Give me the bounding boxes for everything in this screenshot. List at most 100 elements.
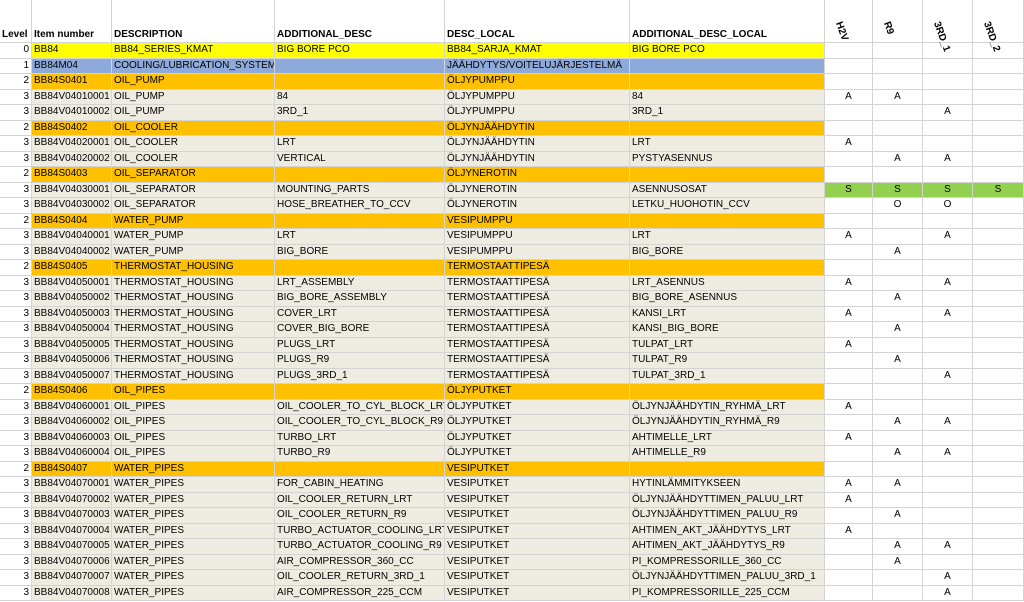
cell-r9[interactable] [873,399,923,414]
cell-r9[interactable] [873,105,923,120]
cell-item[interactable]: BB84V04030002 [32,198,112,213]
cell-level[interactable]: 2 [0,120,32,135]
cell-desc[interactable]: OIL_COOLER [112,120,275,135]
cell-add[interactable]: PLUGS_LRT [275,337,445,352]
cell-desc[interactable]: THERMOSTAT_HOUSING [112,306,275,321]
cell-level[interactable]: 3 [0,570,32,585]
cell-local[interactable]: TERMOSTAATTIPESÄ [445,275,630,290]
cell-desc[interactable]: WATER_PUMP [112,229,275,244]
cell-r1[interactable]: A [923,151,973,166]
cell-item[interactable]: BB84V04070002 [32,492,112,507]
cell-add[interactable]: COVER_LRT [275,306,445,321]
cell-addlocal[interactable] [630,74,825,89]
cell-local[interactable]: VESIPUTKET [445,492,630,507]
cell-desc[interactable]: THERMOSTAT_HOUSING [112,353,275,368]
cell-h2v[interactable] [825,446,873,461]
cell-level[interactable]: 3 [0,430,32,445]
cell-r2[interactable] [973,399,1024,414]
cell-addlocal[interactable]: HYTINLÄMMITYKSEEN [630,477,825,492]
cell-h2v[interactable]: A [825,399,873,414]
cell-r1[interactable] [923,120,973,135]
cell-addlocal[interactable]: 3RD_1 [630,105,825,120]
cell-item[interactable]: BB84S0407 [32,461,112,476]
cell-h2v[interactable] [825,554,873,569]
cell-addlocal[interactable] [630,461,825,476]
cell-h2v[interactable]: A [825,477,873,492]
cell-local[interactable]: ÖLJYPUMPPU [445,105,630,120]
cell-add[interactable]: TURBO_ACTUATOR_COOLING_LRT [275,523,445,538]
cell-level[interactable]: 2 [0,461,32,476]
cell-add[interactable]: TURBO_R9 [275,446,445,461]
cell-h2v[interactable] [825,151,873,166]
cell-local[interactable]: VESIPUTKET [445,585,630,600]
cell-r9[interactable] [873,306,923,321]
cell-r2[interactable] [973,306,1024,321]
cell-addlocal[interactable]: PYSTYASENNUS [630,151,825,166]
cell-r9[interactable] [873,461,923,476]
cell-level[interactable]: 3 [0,306,32,321]
cell-item[interactable]: BB84V04050002 [32,291,112,306]
cell-add[interactable]: LRT [275,229,445,244]
cell-r2[interactable] [973,151,1024,166]
cell-r1[interactable] [923,167,973,182]
cell-item[interactable]: BB84S0401 [32,74,112,89]
cell-local[interactable]: ÖLJYPUTKET [445,399,630,414]
cell-h2v[interactable] [825,58,873,73]
cell-addlocal[interactable]: BIG_BORE_ASENNUS [630,291,825,306]
cell-r1[interactable]: A [923,585,973,600]
cell-r9[interactable]: A [873,151,923,166]
cell-r9[interactable]: A [873,446,923,461]
cell-add[interactable]: BIG BORE PCO [275,43,445,58]
cell-h2v[interactable] [825,508,873,523]
cell-r9[interactable] [873,570,923,585]
cell-r9[interactable]: O [873,198,923,213]
cell-r9[interactable]: A [873,508,923,523]
cell-level[interactable]: 3 [0,585,32,600]
cell-local[interactable]: ÖLJYPUTKET [445,415,630,430]
cell-local[interactable]: ÖLJYNJÄÄHDYTIN [445,136,630,151]
cell-add[interactable]: AIR_COMPRESSOR_225_CCM [275,585,445,600]
cell-desc[interactable]: THERMOSTAT_HOUSING [112,275,275,290]
cell-desc[interactable]: WATER_PIPES [112,508,275,523]
cell-addlocal[interactable]: ASENNUSOSAT [630,182,825,197]
cell-item[interactable]: BB84V04070003 [32,508,112,523]
cell-addlocal[interactable]: TULPAT_3RD_1 [630,368,825,383]
cell-add[interactable]: VERTICAL [275,151,445,166]
cell-add[interactable]: COVER_BIG_BORE [275,322,445,337]
cell-r2[interactable] [973,213,1024,228]
cell-level[interactable]: 3 [0,508,32,523]
cell-desc[interactable]: WATER_PIPES [112,585,275,600]
header-r9[interactable]: R9 [873,0,923,43]
cell-r1[interactable] [923,523,973,538]
cell-item[interactable]: BB84V04060003 [32,430,112,445]
cell-r9[interactable]: A [873,291,923,306]
cell-h2v[interactable]: A [825,306,873,321]
cell-local[interactable]: VESIPUMPPU [445,244,630,259]
cell-level[interactable]: 3 [0,89,32,104]
cell-item[interactable]: BB84V04020002 [32,151,112,166]
cell-local[interactable]: VESIPUTKET [445,508,630,523]
cell-level[interactable]: 3 [0,399,32,414]
cell-r9[interactable] [873,229,923,244]
cell-level[interactable]: 3 [0,539,32,554]
cell-addlocal[interactable]: KANSI_LRT [630,306,825,321]
cell-level[interactable]: 3 [0,244,32,259]
cell-desc[interactable]: OIL_PIPES [112,446,275,461]
cell-r2[interactable] [973,244,1024,259]
cell-h2v[interactable] [825,353,873,368]
cell-r2[interactable] [973,136,1024,151]
cell-r9[interactable]: A [873,353,923,368]
cell-r1[interactable] [923,213,973,228]
cell-h2v[interactable] [825,105,873,120]
cell-r1[interactable]: A [923,368,973,383]
cell-item[interactable]: BB84V04070007 [32,570,112,585]
cell-add[interactable]: OIL_COOLER_RETURN_LRT [275,492,445,507]
cell-add[interactable]: TURBO_LRT [275,430,445,445]
cell-r2[interactable] [973,43,1024,58]
cell-r2[interactable] [973,105,1024,120]
cell-local[interactable]: BB84_SARJA_KMAT [445,43,630,58]
cell-add[interactable] [275,461,445,476]
cell-addlocal[interactable]: PI_KOMPRESSORILLE_225_CCM [630,585,825,600]
cell-addlocal[interactable]: ÖLJYNJÄÄHDYTIN_RYHMÄ_R9 [630,415,825,430]
cell-desc[interactable]: OIL_SEPARATOR [112,167,275,182]
